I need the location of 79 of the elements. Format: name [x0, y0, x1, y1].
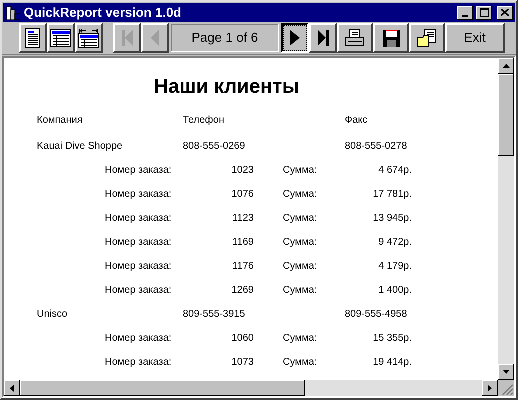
order-label: Номер заказа:: [105, 332, 172, 346]
sum-label: Сумма:: [283, 236, 318, 250]
next-button[interactable]: [281, 23, 309, 53]
sum-amount: 9 472р.: [378, 236, 412, 250]
column-header: Компания: [37, 114, 83, 128]
last-button[interactable]: [309, 23, 337, 53]
scroll-left-button[interactable]: [4, 380, 20, 396]
zoom-width-button[interactable]: [75, 23, 103, 53]
sum-label: Сумма:: [283, 284, 318, 298]
scroll-down-button[interactable]: [498, 364, 514, 380]
right-arrow-icon: [488, 384, 492, 392]
sum-amount: 1 400р.: [378, 284, 412, 298]
sum-amount: 17 781р.: [373, 188, 412, 202]
page-indicator: Page 1 of 6: [171, 24, 279, 52]
order-label: Номер заказа:: [105, 164, 172, 178]
sum-amount: 13 945р.: [373, 212, 412, 226]
sum-amount: 4 674р.: [378, 164, 412, 178]
minimize-icon: [462, 14, 468, 16]
page-width-icon: [78, 28, 100, 48]
previous-icon: [151, 30, 159, 46]
printer-icon: [345, 29, 365, 47]
close-icon: [501, 9, 509, 16]
fax-number: 808-555-0278: [345, 140, 408, 154]
zoom-page-button[interactable]: [19, 23, 47, 53]
sum-label: Сумма:: [283, 332, 318, 346]
sum-amount: 19 414р.: [373, 356, 412, 370]
minimize-button[interactable]: [457, 6, 473, 20]
sum-amount: 4 179р.: [378, 260, 412, 274]
next-icon: [290, 30, 300, 46]
skip-last-icon: [318, 30, 328, 46]
zoom-100-button[interactable]: [47, 23, 75, 53]
order-number: 1169: [232, 236, 254, 250]
sum-label: Сумма:: [283, 212, 318, 226]
order-label: Номер заказа:: [105, 260, 172, 274]
maximize-button[interactable]: [476, 6, 492, 20]
sum-label: Сумма:: [283, 188, 318, 202]
order-number: 1023: [232, 164, 254, 178]
sum-label: Сумма:: [283, 356, 318, 370]
order-label: Номер заказа:: [105, 284, 172, 298]
window-title: QuickReport version 1.0d: [24, 4, 182, 22]
table-icon: [50, 28, 72, 48]
skip-first-icon: [122, 30, 132, 46]
page-icon: [23, 28, 43, 48]
phone-number: 808-555-0269: [183, 140, 246, 154]
maximize-icon: [480, 8, 488, 17]
order-number: 1060: [232, 332, 254, 346]
order-label: Номер заказа:: [105, 188, 172, 202]
phone-number: 809-555-3915: [183, 308, 246, 322]
order-label: Номер заказа:: [105, 212, 172, 226]
order-number: 1123: [232, 212, 254, 226]
fax-number: 809-555-4958: [345, 308, 408, 322]
order-number: 1176: [232, 260, 254, 274]
left-arrow-icon: [10, 384, 14, 392]
column-header: Факс: [345, 114, 368, 128]
report-title: Наши клиенты: [154, 75, 300, 100]
scroll-up-button[interactable]: [498, 58, 514, 74]
sum-label: Сумма:: [283, 164, 318, 178]
sum-amount: 15 355р.: [373, 332, 412, 346]
column-header: Телефон: [183, 114, 224, 128]
order-number: 1073: [232, 356, 254, 370]
order-label: Номер заказа:: [105, 356, 172, 370]
up-arrow-icon: [502, 64, 510, 68]
exit-button[interactable]: Exit: [445, 23, 505, 53]
order-label: Номер заказа:: [105, 236, 172, 250]
print-button[interactable]: [337, 23, 373, 53]
order-number: 1269: [232, 284, 254, 298]
close-button[interactable]: [497, 6, 513, 20]
folder-document-icon: [417, 28, 437, 48]
down-arrow-icon: [502, 370, 510, 374]
open-button[interactable]: [409, 23, 445, 53]
scroll-thumb[interactable]: [498, 74, 514, 156]
scroll-right-button[interactable]: [482, 380, 498, 396]
save-button[interactable]: [373, 23, 409, 53]
company-name: Unisco: [37, 308, 68, 322]
scroll-thumb[interactable]: [20, 380, 305, 396]
order-number: 1076: [232, 188, 254, 202]
company-name: Kauai Dive Shoppe: [37, 140, 123, 154]
size-grip-icon[interactable]: [502, 384, 514, 396]
sum-label: Сумма:: [283, 260, 318, 274]
